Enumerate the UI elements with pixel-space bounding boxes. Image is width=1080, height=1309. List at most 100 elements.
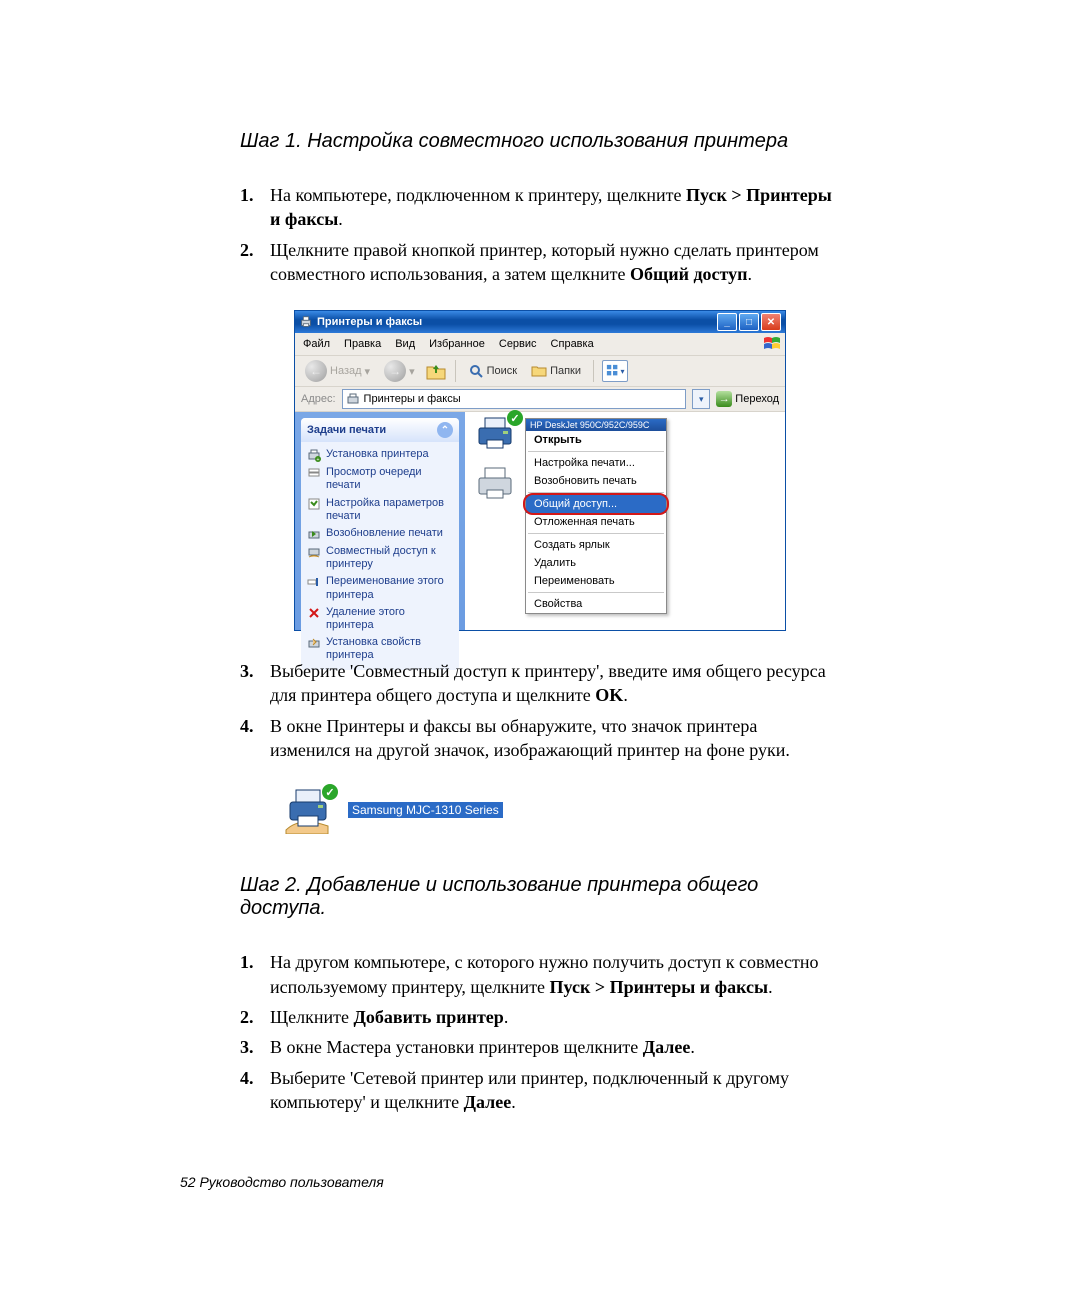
- window-body: Задачи печати ⌃ + Установка принтера: [295, 412, 785, 630]
- toolbar-separator: [455, 360, 456, 382]
- forward-arrow-icon: →: [384, 360, 406, 382]
- list-number: 3.: [240, 1035, 270, 1059]
- ctx-resume-print[interactable]: Возобновить печать: [526, 472, 666, 490]
- dropdown-icon: ▾: [365, 365, 371, 378]
- dropdown-icon: ▾: [409, 365, 415, 378]
- list-number: 2.: [240, 1005, 270, 1029]
- printer-folder-icon: [346, 392, 360, 406]
- printer-item[interactable]: [473, 464, 517, 500]
- back-label: Назад: [330, 365, 362, 377]
- settings-icon: [307, 497, 321, 511]
- forward-button[interactable]: → ▾: [380, 358, 419, 384]
- default-check-icon: ✓: [507, 410, 523, 426]
- menu-file[interactable]: Файл: [303, 338, 330, 350]
- task-resume-print[interactable]: Возобновление печати: [303, 525, 457, 543]
- list-item: 3. В окне Мастера установки принтеров ще…: [240, 1035, 840, 1059]
- close-button[interactable]: ✕: [761, 313, 781, 331]
- properties-icon: [307, 636, 321, 650]
- context-menu: HP DeskJet 950C/952C/959C Открыть Настро…: [525, 418, 667, 614]
- windows-flag-icon: [763, 335, 781, 353]
- search-icon: [468, 363, 484, 379]
- list-text: Щелкните правой кнопкой принтер, который…: [270, 238, 840, 287]
- go-arrow-icon: →: [716, 391, 732, 407]
- shared-printer-label[interactable]: Samsung MJC-1310 Series: [348, 802, 503, 818]
- window-title: Принтеры и факсы: [317, 316, 715, 328]
- list-item: 1. На другом компьютере, с которого нужн…: [240, 950, 840, 999]
- list-number: 3.: [240, 659, 270, 708]
- step1-list-b: 3. Выберите 'Совместный доступ к принтер…: [240, 659, 840, 762]
- folders-label: Папки: [550, 365, 581, 377]
- back-button[interactable]: ← Назад ▾: [301, 358, 374, 384]
- menu-help[interactable]: Справка: [551, 338, 594, 350]
- toolbar-separator: [593, 360, 594, 382]
- step2-heading: Шаг 2. Добавление и использование принте…: [240, 874, 840, 920]
- menu-edit[interactable]: Правка: [344, 338, 381, 350]
- resume-icon: [307, 527, 321, 541]
- svg-text:+: +: [317, 457, 320, 462]
- list-text: Выберите 'Совместный доступ к принтеру',…: [270, 659, 840, 708]
- maximize-button[interactable]: □: [739, 313, 759, 331]
- ctx-print-setup[interactable]: Настройка печати...: [526, 454, 666, 472]
- dropdown-icon: ▾: [621, 367, 625, 376]
- ctx-delete[interactable]: Удалить: [526, 554, 666, 572]
- address-label: Адрес:: [301, 393, 336, 405]
- task-share-printer[interactable]: Совместный доступ к принтеру: [303, 543, 457, 573]
- ctx-sharing[interactable]: Общий доступ...: [526, 495, 666, 513]
- menubar: Файл Правка Вид Избранное Сервис Справка: [295, 333, 785, 356]
- task-print-settings[interactable]: Настройка параметров печати: [303, 495, 457, 525]
- back-arrow-icon: ←: [305, 360, 327, 382]
- task-group-title: Задачи печати: [307, 424, 386, 436]
- list-item: 3. Выберите 'Совместный доступ к принтер…: [240, 659, 840, 708]
- menu-view[interactable]: Вид: [395, 338, 415, 350]
- address-input[interactable]: Принтеры и факсы: [342, 389, 687, 409]
- ctx-offline[interactable]: Отложенная печать: [526, 513, 666, 531]
- list-text: На другом компьютере, с которого нужно п…: [270, 950, 840, 999]
- minimize-button[interactable]: _: [717, 313, 737, 331]
- ctx-properties[interactable]: Свойства: [526, 595, 666, 613]
- step1-heading: Шаг 1. Настройка совместного использован…: [240, 130, 840, 153]
- list-number: 4.: [240, 714, 270, 763]
- task-pane: Задачи печати ⌃ + Установка принтера: [295, 412, 465, 630]
- folders-button[interactable]: Папки: [527, 361, 585, 381]
- collapse-icon: ⌃: [437, 422, 453, 438]
- ctx-create-shortcut[interactable]: Создать ярлык: [526, 536, 666, 554]
- toolbar: ← Назад ▾ → ▾: [295, 356, 785, 387]
- views-button[interactable]: ▾: [602, 360, 628, 382]
- context-title: HP DeskJet 950C/952C/959C: [526, 419, 666, 431]
- printer-item-selected[interactable]: ✓: [473, 414, 521, 450]
- task-install-printer[interactable]: + Установка принтера: [303, 446, 457, 464]
- task-delete-printer[interactable]: Удаление этого принтера: [303, 604, 457, 634]
- search-label: Поиск: [487, 365, 517, 377]
- task-rename-printer[interactable]: Переименование этого принтера: [303, 573, 457, 603]
- document-page: Шаг 1. Настройка совместного использован…: [0, 0, 1080, 1250]
- ctx-open[interactable]: Открыть: [526, 431, 666, 449]
- step2-list: 1. На другом компьютере, с которого нужн…: [240, 950, 840, 1114]
- step1-list-a: 1. На компьютере, подключенном к принтер…: [240, 183, 840, 286]
- menu-favorites[interactable]: Избранное: [429, 338, 485, 350]
- list-number: 4.: [240, 1066, 270, 1115]
- task-view-queue[interactable]: Просмотр очереди печати: [303, 464, 457, 494]
- screenshot-printers-and-faxes: Принтеры и факсы _ □ ✕ Файл Правка Вид И…: [240, 310, 840, 631]
- up-folder-button[interactable]: [425, 361, 447, 381]
- ctx-separator: [528, 592, 664, 593]
- address-dropdown[interactable]: ▾: [692, 389, 710, 409]
- list-text: Щелкните Добавить принтер.: [270, 1005, 840, 1029]
- go-label: Переход: [735, 393, 779, 405]
- list-text: В окне Принтеры и факсы вы обнаружите, ч…: [270, 714, 840, 763]
- ctx-rename[interactable]: Переименовать: [526, 572, 666, 590]
- ctx-separator: [528, 533, 664, 534]
- task-group-header[interactable]: Задачи печати ⌃: [301, 418, 459, 442]
- queue-icon: [307, 466, 321, 480]
- list-item: 4. Выберите 'Сетевой принтер или принтер…: [240, 1066, 840, 1115]
- add-printer-icon: +: [307, 448, 321, 462]
- delete-icon: [307, 606, 321, 620]
- task-group-print: Задачи печати ⌃ + Установка принтера: [301, 418, 459, 670]
- search-button[interactable]: Поиск: [464, 361, 521, 381]
- list-number: 2.: [240, 238, 270, 287]
- page-footer: 52 Руководство пользователя: [180, 1174, 840, 1190]
- go-button[interactable]: → Переход: [716, 391, 779, 407]
- menu-tools[interactable]: Сервис: [499, 338, 537, 350]
- list-item: 2. Щелкните Добавить принтер.: [240, 1005, 840, 1029]
- content-pane: ✓ HP DeskJet 950C/952C/959C Открыть: [465, 412, 785, 630]
- address-value: Принтеры и факсы: [364, 393, 461, 405]
